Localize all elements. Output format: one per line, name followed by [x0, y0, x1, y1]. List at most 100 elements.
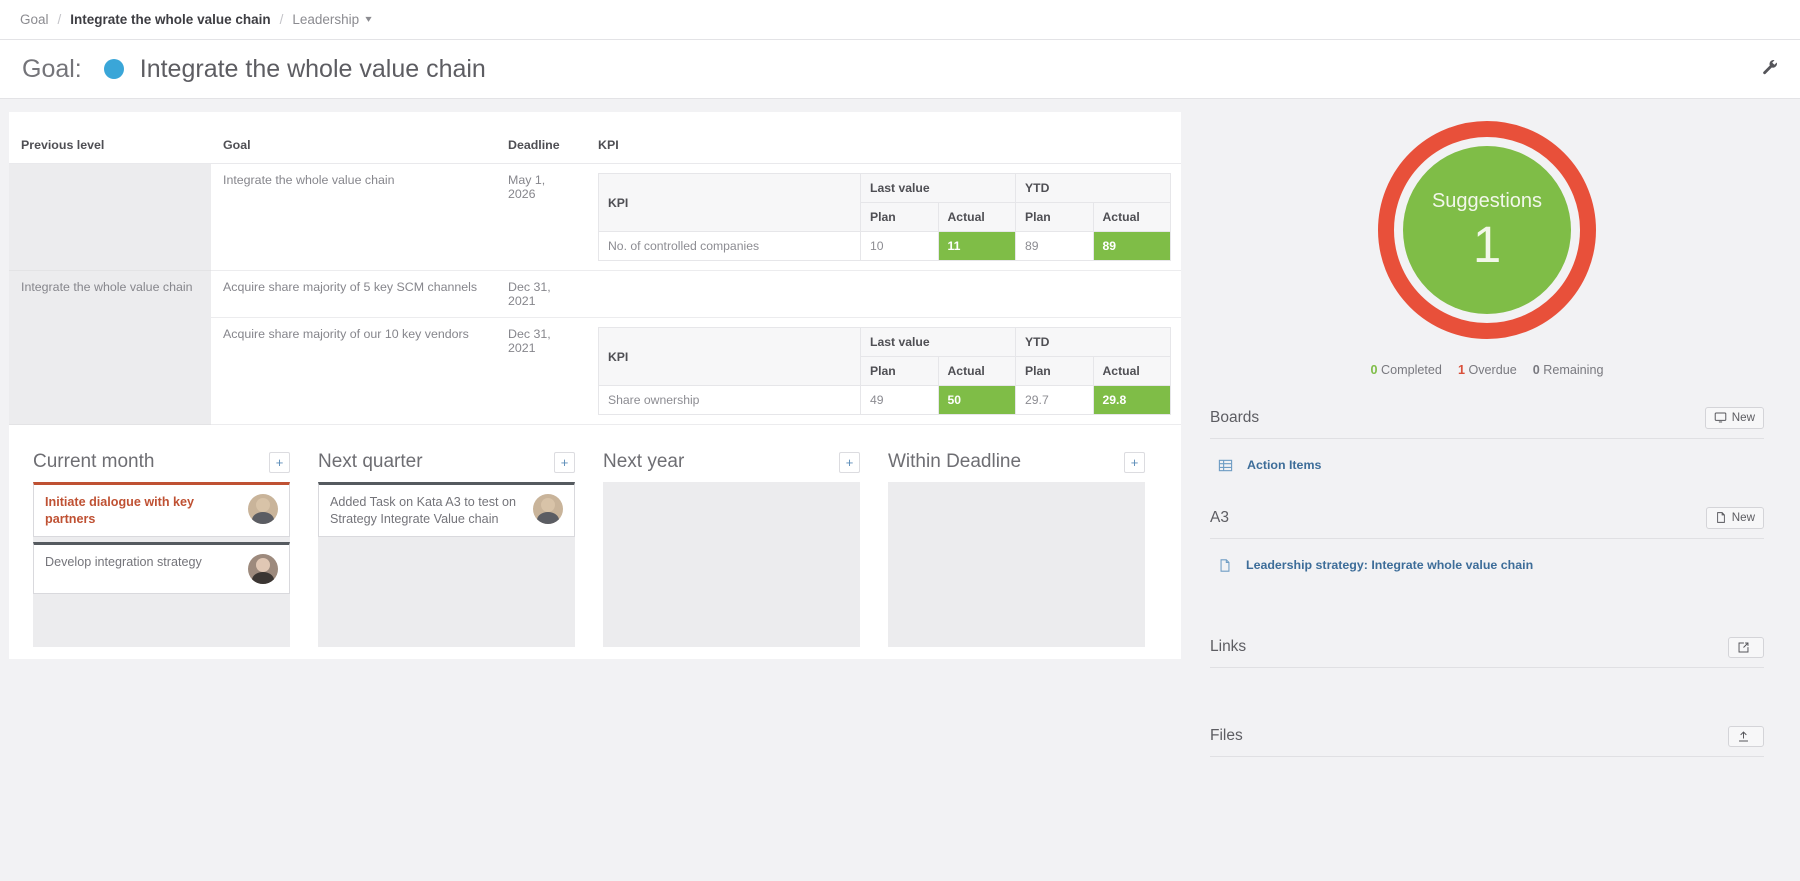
- monitor-icon: [1714, 411, 1727, 424]
- page-body: Previous level Goal Deadline KPI Integra…: [0, 99, 1800, 880]
- goals-table: Previous level Goal Deadline KPI Integra…: [9, 132, 1181, 425]
- kanban-column-title: Next quarter: [318, 451, 423, 472]
- gauge-center[interactable]: Suggestions 1: [1403, 146, 1571, 314]
- breadcrumb-separator: /: [279, 12, 284, 27]
- new-a3-button[interactable]: New: [1705, 506, 1764, 529]
- section-links: Links: [1210, 607, 1764, 696]
- add-link-button[interactable]: [1728, 636, 1764, 658]
- external-link-icon: [1737, 641, 1750, 654]
- kanban-card-title: Added Task on Kata A3 to test on Strateg…: [330, 495, 517, 526]
- section-title: Boards: [1210, 408, 1260, 426]
- gauge-value: 1: [1472, 216, 1502, 273]
- cell-goal[interactable]: Acquire share majority of our 10 key ven…: [211, 317, 496, 425]
- kpi-last-plan: 49: [860, 385, 939, 415]
- kpi-subheader-last-actual: Actual: [937, 202, 1016, 232]
- cell-previous-level: Integrate the whole value chain: [9, 270, 211, 425]
- kanban-card-list[interactable]: Added Task on Kata A3 to test on Strateg…: [318, 482, 575, 647]
- file-icon: [1715, 511, 1727, 524]
- legend-overdue-label: Overdue: [1468, 363, 1517, 377]
- kpi-column-header-name: KPI: [598, 327, 861, 386]
- kpi-subheader-ytd-actual: Actual: [1092, 202, 1171, 232]
- legend-remaining: 0 Remaining: [1533, 363, 1604, 377]
- kpi-subheader-last-plan: Plan: [860, 356, 939, 386]
- kpi-column-header-last-value: Last value: [860, 173, 1016, 203]
- kpi-column-header-last-value: Last value: [860, 327, 1016, 357]
- gauge-legend: 0 Completed 1 Overdue 0 Remaining: [1371, 363, 1604, 377]
- avatar: [248, 494, 278, 524]
- kanban-column-header: Current month +: [33, 451, 290, 482]
- section-files: Files: [1210, 725, 1764, 785]
- kanban-card-list[interactable]: Initiate dialogue with key partners Deve…: [33, 482, 290, 647]
- section-boards: Boards New Action Items: [1210, 407, 1764, 477]
- document-icon: [1218, 558, 1232, 573]
- section-header: A3 New: [1210, 506, 1764, 539]
- add-card-button[interactable]: +: [839, 451, 860, 473]
- cell-goal[interactable]: Acquire share majority of 5 key SCM chan…: [211, 270, 496, 318]
- wrench-icon[interactable]: [1762, 59, 1778, 79]
- kpi-subheader-last-plan: Plan: [860, 202, 939, 232]
- kpi-table: KPI Last value YTD Plan Actual Plan Actu…: [598, 327, 1171, 415]
- upload-icon: [1737, 730, 1750, 743]
- kpi-last-plan: 10: [860, 231, 939, 261]
- list-item[interactable]: Leadership strategy: Integrate whole val…: [1210, 554, 1764, 577]
- kanban-column-next-quarter: Next quarter + Added Task on Kata A3 to …: [318, 451, 575, 647]
- kpi-table: KPI Last value YTD Plan Actual Plan Actu…: [598, 173, 1171, 261]
- column-header-previous-level: Previous level: [9, 132, 211, 164]
- legend-completed-label: Completed: [1381, 363, 1442, 377]
- goals-table-header-row: Previous level Goal Deadline KPI: [9, 132, 1181, 164]
- cell-deadline: May 1, 2026: [496, 163, 586, 271]
- cell-goal[interactable]: Integrate the whole value chain: [211, 163, 496, 271]
- new-board-label: New: [1731, 411, 1755, 424]
- section-a3: A3 New Leadership strategy: Integrate wh…: [1210, 506, 1764, 577]
- upload-file-button[interactable]: [1728, 725, 1764, 747]
- section-title: A3: [1210, 508, 1229, 526]
- board-link-action-items[interactable]: Action Items: [1247, 458, 1321, 472]
- legend-remaining-label: Remaining: [1543, 363, 1604, 377]
- kpi-ytd-actual: 29.8: [1092, 385, 1171, 415]
- kpi-name: Share ownership: [598, 385, 861, 415]
- kpi-subheader-last-actual: Actual: [937, 356, 1016, 386]
- section-body: Action Items: [1210, 439, 1764, 477]
- column-header-deadline: Deadline: [496, 132, 586, 164]
- section-header: Links: [1210, 636, 1764, 668]
- kanban-column-within-deadline: Within Deadline +: [888, 451, 1145, 647]
- new-board-button[interactable]: New: [1704, 407, 1764, 429]
- kpi-ytd-plan: 89: [1015, 231, 1094, 261]
- cell-previous-level: [9, 163, 211, 271]
- breadcrumb-item-current[interactable]: Integrate the whole value chain: [70, 12, 270, 27]
- column-header-goal: Goal: [211, 132, 496, 164]
- section-body: Leadership strategy: Integrate whole val…: [1210, 539, 1764, 577]
- chevron-down-icon[interactable]: ▾: [366, 14, 372, 25]
- kpi-ytd-plan: 29.7: [1015, 385, 1094, 415]
- kanban-board: Current month + Initiate dialogue with k…: [9, 425, 1181, 647]
- page-title-bar: Goal: Integrate the whole value chain: [0, 40, 1800, 99]
- page-title: Integrate the whole value chain: [139, 54, 486, 83]
- table-row: Integrate the whole value chain May 1, 2…: [9, 163, 1181, 271]
- goal-detail-card: Previous level Goal Deadline KPI Integra…: [9, 112, 1181, 659]
- kpi-data-row: No. of controlled companies 10 11 89 89: [598, 231, 1171, 261]
- kpi-group-header-row: KPI Last value YTD: [598, 173, 1171, 232]
- kanban-card[interactable]: Develop integration strategy: [33, 542, 290, 595]
- section-header: Files: [1210, 725, 1764, 757]
- kanban-card[interactable]: Initiate dialogue with key partners: [33, 482, 290, 538]
- a3-link-leadership-strategy[interactable]: Leadership strategy: Integrate whole val…: [1246, 558, 1533, 572]
- breadcrumb-item-goal[interactable]: Goal: [20, 12, 49, 27]
- add-card-button[interactable]: +: [1124, 451, 1145, 473]
- cell-kpi: [586, 270, 1181, 318]
- kanban-column-header: Within Deadline +: [888, 451, 1145, 482]
- kanban-column-title: Current month: [33, 451, 155, 472]
- breadcrumb-separator: /: [57, 12, 62, 27]
- avatar: [248, 554, 278, 585]
- list-item[interactable]: Action Items: [1210, 454, 1764, 477]
- section-title: Files: [1210, 727, 1243, 745]
- breadcrumb-item-leadership[interactable]: Leadership: [292, 12, 359, 27]
- add-card-button[interactable]: +: [269, 451, 290, 473]
- kanban-card-list[interactable]: [603, 482, 860, 647]
- kanban-card[interactable]: Added Task on Kata A3 to test on Strateg…: [318, 482, 575, 538]
- kpi-subheader-ytd-plan: Plan: [1015, 202, 1094, 232]
- add-card-button[interactable]: +: [554, 451, 575, 473]
- kanban-card-list[interactable]: [888, 482, 1145, 647]
- kpi-column-header-ytd: YTD: [1015, 173, 1171, 203]
- new-a3-label: New: [1731, 510, 1755, 524]
- kanban-column-header: Next year +: [603, 451, 860, 482]
